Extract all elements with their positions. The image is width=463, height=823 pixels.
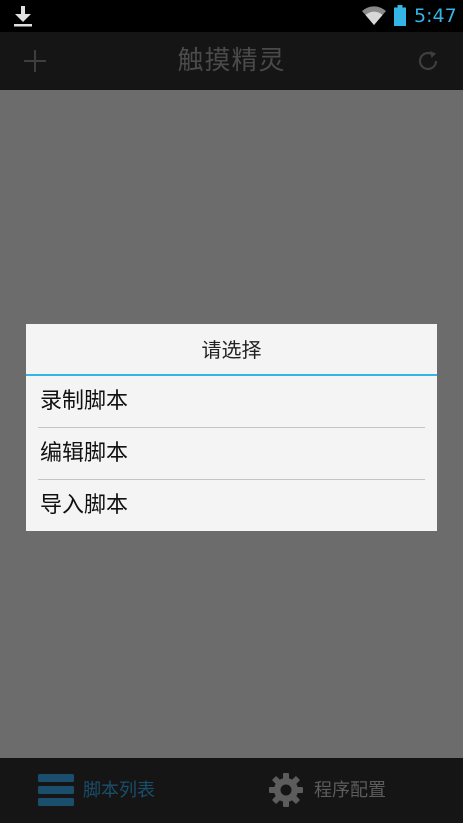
add-icon[interactable] bbox=[24, 50, 46, 72]
gear-icon bbox=[269, 773, 303, 807]
action-bar: 触摸精灵 bbox=[0, 32, 463, 90]
tab-program-settings[interactable]: 程序配置 bbox=[232, 758, 463, 823]
tab-label: 脚本列表 bbox=[83, 780, 155, 801]
bottom-tab-bar: 脚本列表 程序配置 bbox=[0, 758, 463, 823]
wifi-icon bbox=[362, 6, 386, 26]
app-title: 触摸精灵 bbox=[177, 46, 286, 76]
dialog-title: 请选择 bbox=[201, 338, 262, 362]
tab-script-list[interactable]: 脚本列表 bbox=[0, 758, 231, 823]
download-icon bbox=[14, 6, 32, 27]
status-bar: 5:47 bbox=[0, 0, 463, 32]
list-icon bbox=[38, 774, 74, 806]
select-dialog: 请选择 录制脚本 编辑脚本 导入脚本 bbox=[26, 324, 437, 531]
option-label: 导入脚本 bbox=[40, 493, 129, 518]
option-label: 录制脚本 bbox=[40, 389, 129, 414]
screen: 5:47 触摸精灵 请选择 录制脚本 编辑脚本 导入脚本 脚本列表 程序配置 bbox=[0, 0, 463, 823]
option-record-script[interactable]: 录制脚本 bbox=[26, 376, 437, 427]
option-edit-script[interactable]: 编辑脚本 bbox=[26, 428, 437, 479]
tab-label: 程序配置 bbox=[314, 780, 386, 801]
option-label: 编辑脚本 bbox=[40, 441, 129, 466]
refresh-icon[interactable] bbox=[416, 49, 440, 73]
battery-icon bbox=[394, 5, 406, 26]
status-clock: 5:47 bbox=[414, 5, 457, 27]
option-import-script[interactable]: 导入脚本 bbox=[26, 480, 437, 531]
